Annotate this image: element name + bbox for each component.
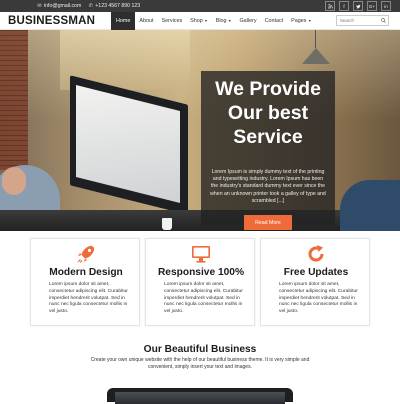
hero-photo-person-right	[340, 180, 400, 231]
section-text: Create your own unique website with the …	[90, 357, 310, 371]
hero-photo-brick-wall	[0, 30, 28, 170]
hero-photo-person-head	[2, 167, 26, 195]
nav-item-pages[interactable]: Pages ▼	[287, 12, 315, 30]
hero-heading-line-2: Our best	[227, 102, 309, 124]
caret-down-icon: ▼	[307, 19, 312, 23]
linkedin-icon[interactable]: in	[381, 1, 391, 11]
laptop-screen	[115, 392, 285, 404]
hero-photo-lamp	[302, 48, 330, 64]
search-box	[336, 15, 389, 26]
google-plus-icon[interactable]: G+	[367, 1, 377, 11]
hero-photo-lamp-cord	[315, 30, 316, 48]
feature-card-modern-design: Modern Design Lorem ipsum dolor sit amet…	[30, 238, 140, 326]
google-plus-glyph: G+	[368, 3, 376, 9]
hero-banner: We Provide Our best Service Lorem Ipsum …	[0, 30, 400, 231]
site-logo[interactable]: BUSINESSMAN	[8, 15, 95, 27]
feature-card-responsive: Responsive 100% Lorem ipsum dolor sit am…	[145, 238, 255, 326]
read-more-button[interactable]: Read More	[244, 215, 292, 230]
feature-title: Modern Design	[49, 267, 123, 278]
features-row: Modern Design Lorem ipsum dolor sit amet…	[0, 238, 400, 332]
phone-icon: ✆	[88, 2, 93, 9]
contact-info: ✉ info@gmail.com ✆ +123 4567 890 123	[37, 3, 147, 9]
nav-item-about[interactable]: About	[135, 12, 157, 30]
nav-label: Services	[161, 18, 183, 24]
twitter-icon[interactable]	[353, 1, 363, 11]
nav-label: Blog	[215, 18, 227, 24]
monitor-icon	[191, 244, 211, 264]
hero-caption-box: We Provide Our best Service Lorem Ipsum …	[201, 71, 335, 230]
hero-heading-line-1: We Provide	[215, 78, 321, 100]
main-menu: Home About Services Shop ▼ Blog ▼ Gallery …	[111, 12, 315, 30]
hero-text: Lorem Ipsum is simply dummy text of the …	[210, 169, 326, 204]
email-text: info@gmail.com	[44, 3, 82, 9]
nav-item-blog[interactable]: Blog ▼	[212, 12, 236, 30]
nav-item-gallery[interactable]: Gallery	[235, 12, 260, 30]
social-links: f G+ in	[321, 1, 391, 11]
section-title: Our Beautiful Business	[143, 344, 257, 355]
nav-label: About	[139, 18, 154, 24]
main-navbar: BUSINESSMAN Home About Services Shop ▼ Bl…	[0, 12, 400, 30]
nav-item-shop[interactable]: Shop ▼	[186, 12, 212, 30]
feature-title: Free Updates	[283, 267, 349, 278]
feature-text: Lorem ipsum dolor sit amet, consectetur …	[164, 282, 243, 315]
refresh-icon	[306, 244, 326, 264]
nav-label: Home	[116, 18, 131, 24]
top-bar: ✉ info@gmail.com ✆ +123 4567 890 123 f G…	[0, 0, 400, 12]
feature-text: Lorem ipsum dolor sit amet, consectetur …	[279, 282, 358, 315]
rss-icon[interactable]	[325, 1, 335, 11]
nav-label: Shop	[190, 18, 203, 24]
feature-card-free-updates: Free Updates Lorem ipsum dolor sit amet,…	[260, 238, 370, 326]
email-item[interactable]: ✉ info@gmail.com	[37, 3, 81, 9]
search-input[interactable]	[337, 16, 378, 25]
feature-title: Responsive 100%	[157, 267, 245, 278]
hero-photo-cup	[162, 218, 172, 230]
facebook-icon[interactable]: f	[339, 1, 349, 11]
phone-item[interactable]: ✆ +123 4567 890 123	[88, 3, 140, 9]
nav-label: Pages	[291, 18, 307, 24]
feature-text: Lorem ipsum dolor sit amet, consectetur …	[49, 282, 128, 315]
hero-heading: We Provide Our best Service	[201, 77, 335, 149]
hero-heading-line-3: Service	[233, 126, 303, 148]
nav-label: Gallery	[239, 18, 257, 24]
phone-text: +123 4567 890 123	[95, 3, 141, 9]
caret-down-icon: ▼	[204, 19, 208, 23]
nav-item-home[interactable]: Home	[111, 12, 136, 30]
linkedin-glyph: in	[384, 3, 388, 9]
facebook-glyph: f	[343, 3, 345, 9]
envelope-icon: ✉	[37, 2, 42, 9]
rocket-icon	[76, 244, 96, 264]
nav-label: Contact	[264, 18, 284, 24]
caret-down-icon: ▼	[228, 19, 232, 23]
nav-item-contact[interactable]: Contact	[261, 12, 288, 30]
nav-item-services[interactable]: Services	[157, 12, 186, 30]
search-icon[interactable]	[378, 16, 388, 26]
